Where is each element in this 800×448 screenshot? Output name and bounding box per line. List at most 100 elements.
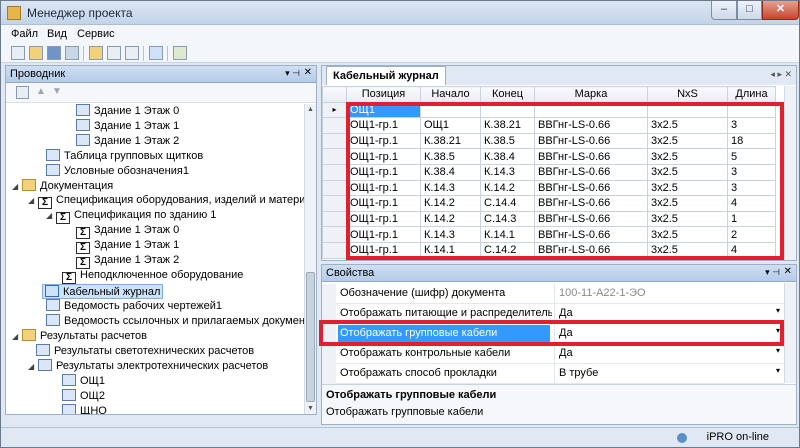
table-cell[interactable]: К.14.2	[420, 195, 481, 212]
run-icon[interactable]	[173, 46, 187, 60]
dropdown-arrow-icon[interactable]: ▾	[776, 326, 780, 335]
tree-view-icon[interactable]	[16, 86, 29, 99]
table-cell[interactable]: К.14.1	[480, 226, 535, 243]
tree-item[interactable]: ◢ Результаты электротехнических расчетов	[28, 359, 268, 374]
table-row[interactable]: ОЩ1-гр.1 К.38.21 К.38.5 ВВГнг-LS-0.66 3x…	[322, 132, 776, 150]
table-row[interactable]: ОЩ1-гр.1 К.14.1 С.14.2 ВВГнг-LS-0.66 3x2…	[322, 241, 776, 259]
open-folder-icon[interactable]	[29, 46, 43, 60]
table-cell[interactable]: ОЩ1-гр.1	[346, 226, 421, 243]
expand-arrow-icon[interactable]: ◢	[28, 362, 38, 371]
expand-arrow-icon[interactable]: ◢	[12, 182, 22, 191]
table-cell[interactable]: ОЩ1	[420, 117, 481, 134]
scroll-up-icon[interactable]: ▲	[307, 106, 314, 113]
dropdown-arrow-icon[interactable]: ▾	[776, 366, 780, 375]
column-header-end[interactable]: Конец	[480, 86, 535, 103]
column-header-brand[interactable]: Марка	[534, 86, 648, 103]
tree-item[interactable]: Здание 1 Этаж 1	[76, 119, 179, 134]
table-cell[interactable]: ВВГнг-LS-0.66	[534, 195, 648, 212]
table-cell[interactable]: К.14.1	[420, 241, 481, 259]
table-cell[interactable]: К.14.3	[420, 179, 481, 197]
table-cell[interactable]: ОЩ1-гр.1	[346, 195, 421, 212]
property-value[interactable]: В трубе ▾	[554, 364, 784, 384]
table-row[interactable]: ОЩ1-гр.1 К.14.2 С.14.4 ВВГнг-LS-0.66 3x2…	[322, 195, 776, 212]
scroll-thumb[interactable]	[306, 272, 315, 402]
table-cell[interactable]: 1	[727, 210, 776, 228]
table-cell[interactable]: 3	[727, 179, 776, 197]
property-row-designation[interactable]: Обозначение (шифр) документа 100-11-А22-…	[322, 284, 784, 304]
table-cell[interactable]: С.14.3	[480, 210, 535, 228]
column-header-start[interactable]: Начало	[420, 86, 481, 103]
table-row[interactable]: ОЩ1-гр.1 К.38.4 К.14.3 ВВГнг-LS-0.66 3x2…	[322, 163, 776, 181]
table-cell[interactable]: 3x2.5	[647, 226, 728, 243]
tree-item[interactable]: Σ Здание 1 Этаж 2	[76, 254, 179, 269]
tree-item[interactable]: ◢ Σ Спецификация по зданию 1	[46, 209, 216, 224]
tree-item-cable-journal[interactable]: Кабельный журнал	[42, 284, 164, 299]
property-row-feeders[interactable]: Отображать питающие и распределительные …	[322, 304, 784, 324]
table-cell[interactable]: 4	[727, 195, 776, 212]
table-cell[interactable]: ОЩ1-гр.1	[346, 132, 421, 150]
table-row[interactable]: ОЩ1-гр.1 К.14.2 С.14.3 ВВГнг-LS-0.66 3x2…	[322, 210, 776, 228]
table-row[interactable]: ▸ ОЩ1	[322, 101, 776, 119]
table-cell[interactable]: ОЩ1-гр.1	[346, 179, 421, 197]
arrow-up-icon[interactable]: ▲	[36, 86, 49, 99]
settings-icon[interactable]	[149, 46, 163, 60]
property-value[interactable]: Да ▾	[554, 324, 784, 344]
tree-item[interactable]: ОЩ2	[62, 389, 105, 404]
table-row[interactable]: ОЩ1-гр.1 ОЩ1 К.38.21 ВВГнг-LS-0.66 3x2.5…	[322, 117, 776, 134]
tree-item[interactable]: Здание 1 Этаж 2	[76, 134, 179, 149]
column-header-position[interactable]: Позиция	[346, 86, 421, 103]
table-cell[interactable]	[534, 101, 648, 119]
table-cell[interactable]: К.14.3	[480, 163, 535, 181]
property-value[interactable]: 100-11-А22-1-ЭО	[554, 284, 784, 304]
tree-item[interactable]: Условные обозначения1	[46, 164, 189, 179]
table-cell[interactable]: К.38.4	[420, 163, 481, 181]
table-cell[interactable]: ВВГнг-LS-0.66	[534, 132, 648, 150]
tree-item[interactable]: Σ Здание 1 Этаж 1	[76, 239, 179, 254]
table-cell[interactable]: ВВГнг-LS-0.66	[534, 179, 648, 197]
property-value[interactable]: Да ▾	[554, 304, 784, 324]
folder-add-icon[interactable]	[89, 46, 103, 60]
close-icon[interactable]: ✕	[304, 67, 312, 78]
table-cell[interactable]: 18	[727, 132, 776, 150]
tree-item[interactable]: Ведомость рабочих чертежей1	[46, 299, 222, 314]
table-cell[interactable]: К.38.5	[480, 132, 535, 150]
properties-scrollbar[interactable]	[784, 283, 796, 383]
table-cell[interactable]: ОЩ1	[346, 101, 421, 119]
table-cell[interactable]: ОЩ1-гр.1	[346, 163, 421, 181]
table-cell[interactable]: 3x2.5	[647, 241, 728, 259]
table-cell[interactable]: С.14.2	[480, 241, 535, 259]
table-cell[interactable]: ОЩ1-гр.1	[346, 210, 421, 228]
table-cell[interactable]: 3x2.5	[647, 195, 728, 212]
tree-item[interactable]: Таблица групповых щитков	[46, 149, 203, 164]
table-cell[interactable]: 3x2.5	[647, 148, 728, 165]
table-cell[interactable]: 5	[727, 148, 776, 165]
property-row-control-cables[interactable]: Отображать контрольные кабели Да ▾	[322, 344, 784, 364]
arrow-down-icon[interactable]: ▼	[52, 86, 65, 99]
table-cell[interactable]	[420, 101, 481, 119]
scroll-down-icon[interactable]: ▼	[307, 405, 314, 412]
table-cell[interactable]	[647, 101, 728, 119]
table-cell[interactable]: С.14.4	[480, 195, 535, 212]
table-cell[interactable]	[727, 101, 776, 119]
table-cell[interactable]: ОЩ1-гр.1	[346, 241, 421, 259]
export-icon[interactable]	[65, 46, 79, 60]
pin-icon[interactable]: ▾ ⊣	[765, 267, 780, 278]
table-row[interactable]: ОЩ1-гр.1 К.38.5 К.38.4 ВВГнг-LS-0.66 3x2…	[322, 148, 776, 165]
table-cell[interactable]: ВВГнг-LS-0.66	[534, 210, 648, 228]
tab-nav-icons[interactable]: ◂ ▸ ✕	[770, 69, 792, 80]
table-scrollbar[interactable]	[784, 86, 796, 260]
table-cell[interactable]: 3x2.5	[647, 132, 728, 150]
table-cell[interactable]: К.38.21	[480, 117, 535, 134]
paste-icon[interactable]	[125, 46, 139, 60]
tree-item[interactable]: Ведомость ссылочных и прилагаемых докуме…	[46, 314, 304, 329]
property-row-laying-method[interactable]: Отображать способ прокладки В трубе ▾	[322, 364, 784, 384]
menu-view[interactable]: Вид	[47, 28, 67, 40]
tree-item[interactable]: Σ Здание 1 Этаж 0	[76, 224, 179, 239]
table-cell[interactable]: 4	[727, 241, 776, 259]
tab-cable-journal[interactable]: Кабельный журнал	[326, 66, 446, 85]
table-cell[interactable]: ВВГнг-LS-0.66	[534, 241, 648, 259]
property-row-group-cables[interactable]: Отображать групповые кабели Да ▾	[322, 324, 784, 344]
column-header-nxs[interactable]: NxS	[647, 86, 728, 103]
table-cell[interactable]: ВВГнг-LS-0.66	[534, 148, 648, 165]
table-cell[interactable]	[480, 101, 535, 119]
